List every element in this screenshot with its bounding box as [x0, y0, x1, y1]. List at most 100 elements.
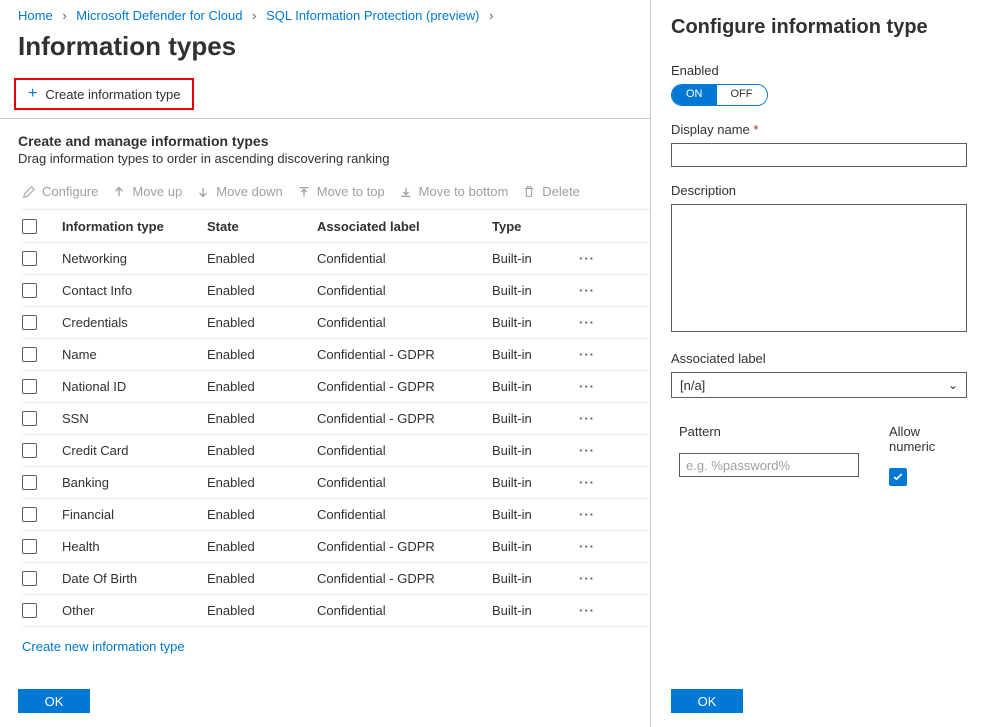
cell-state: Enabled: [207, 347, 317, 362]
table-row[interactable]: Credit CardEnabledConfidentialBuilt-in··…: [22, 435, 650, 467]
move-down-button[interactable]: Move down: [196, 184, 282, 199]
cell-associated-label: Confidential: [317, 315, 492, 330]
ok-button-right[interactable]: OK: [671, 689, 743, 713]
ok-button[interactable]: OK: [18, 689, 90, 713]
toolbar-label: Move down: [216, 184, 282, 199]
page-title: Information types: [0, 27, 650, 78]
row-checkbox[interactable]: [22, 443, 37, 458]
more-icon[interactable]: ···: [567, 411, 607, 426]
more-icon[interactable]: ···: [567, 571, 607, 586]
display-name-input[interactable]: [671, 143, 967, 167]
col-associated-label[interactable]: Associated label: [317, 219, 492, 234]
more-icon[interactable]: ···: [567, 347, 607, 362]
table-row[interactable]: National IDEnabledConfidential - GDPRBui…: [22, 371, 650, 403]
table-row[interactable]: SSNEnabledConfidential - GDPRBuilt-in···: [22, 403, 650, 435]
row-checkbox[interactable]: [22, 507, 37, 522]
table-row[interactable]: Date Of BirthEnabledConfidential - GDPRB…: [22, 563, 650, 595]
select-all-checkbox[interactable]: [22, 219, 37, 234]
more-icon[interactable]: ···: [567, 539, 607, 554]
move-to-bottom-button[interactable]: Move to bottom: [399, 184, 509, 199]
breadcrumb: Home › Microsoft Defender for Cloud › SQ…: [0, 8, 650, 27]
cell-state: Enabled: [207, 411, 317, 426]
row-checkbox[interactable]: [22, 571, 37, 586]
row-checkbox[interactable]: [22, 603, 37, 618]
row-checkbox[interactable]: [22, 347, 37, 362]
cell-info-type: Credit Card: [62, 443, 207, 458]
row-checkbox[interactable]: [22, 475, 37, 490]
table-row[interactable]: NameEnabledConfidential - GDPRBuilt-in··…: [22, 339, 650, 371]
more-icon[interactable]: ···: [567, 283, 607, 298]
enabled-toggle[interactable]: ON OFF: [671, 84, 768, 106]
more-icon[interactable]: ···: [567, 315, 607, 330]
description-input[interactable]: [671, 204, 967, 332]
arrow-top-icon: [297, 185, 311, 199]
more-icon[interactable]: ···: [567, 475, 607, 490]
subheader: Create and manage information types Drag…: [0, 119, 650, 166]
table-row[interactable]: NetworkingEnabledConfidentialBuilt-in···: [22, 243, 650, 275]
cell-type: Built-in: [492, 539, 567, 554]
trash-icon: [522, 185, 536, 199]
cell-type: Built-in: [492, 475, 567, 490]
table-row[interactable]: BankingEnabledConfidentialBuilt-in···: [22, 467, 650, 499]
toolbar-label: Move up: [132, 184, 182, 199]
delete-button[interactable]: Delete: [522, 184, 580, 199]
move-to-top-button[interactable]: Move to top: [297, 184, 385, 199]
table-row[interactable]: FinancialEnabledConfidentialBuilt-in···: [22, 499, 650, 531]
table-row[interactable]: OtherEnabledConfidentialBuilt-in···: [22, 595, 650, 627]
associated-label-select[interactable]: [n/a] ⌄: [671, 372, 967, 398]
breadcrumb-home[interactable]: Home: [18, 8, 53, 23]
more-icon[interactable]: ···: [567, 379, 607, 394]
cell-info-type: Other: [62, 603, 207, 618]
cell-associated-label: Confidential: [317, 443, 492, 458]
row-checkbox[interactable]: [22, 379, 37, 394]
cell-type: Built-in: [492, 251, 567, 266]
cell-info-type: Financial: [62, 507, 207, 522]
col-state[interactable]: State: [207, 219, 317, 234]
table-row[interactable]: Contact InfoEnabledConfidentialBuilt-in·…: [22, 275, 650, 307]
toggle-on[interactable]: ON: [672, 85, 717, 105]
table-row[interactable]: HealthEnabledConfidential - GDPRBuilt-in…: [22, 531, 650, 563]
info-types-table: Information type State Associated label …: [0, 209, 650, 627]
more-icon[interactable]: ···: [567, 507, 607, 522]
row-checkbox[interactable]: [22, 411, 37, 426]
cell-type: Built-in: [492, 347, 567, 362]
col-type[interactable]: Type: [492, 219, 567, 234]
row-checkbox[interactable]: [22, 283, 37, 298]
breadcrumb-sql-info[interactable]: SQL Information Protection (preview): [266, 8, 479, 23]
breadcrumb-defender[interactable]: Microsoft Defender for Cloud: [76, 8, 242, 23]
cell-info-type: Credentials: [62, 315, 207, 330]
more-icon[interactable]: ···: [567, 443, 607, 458]
more-icon[interactable]: ···: [567, 251, 607, 266]
edit-icon: [22, 185, 36, 199]
description-label: Description: [671, 183, 967, 198]
more-icon[interactable]: ···: [567, 603, 607, 618]
col-info-type[interactable]: Information type: [62, 219, 207, 234]
cell-associated-label: Confidential - GDPR: [317, 347, 492, 362]
cell-info-type: National ID: [62, 379, 207, 394]
toggle-off[interactable]: OFF: [717, 85, 767, 105]
configure-pane: Configure information type Enabled ON OF…: [651, 0, 981, 727]
cell-state: Enabled: [207, 379, 317, 394]
create-information-type-button[interactable]: + Create information type: [14, 78, 194, 110]
cell-associated-label: Confidential: [317, 251, 492, 266]
main-pane: Home › Microsoft Defender for Cloud › SQ…: [0, 0, 651, 727]
move-up-button[interactable]: Move up: [112, 184, 182, 199]
chevron-right-icon: ›: [489, 8, 493, 23]
configure-title: Configure information type: [671, 14, 967, 63]
configure-button[interactable]: Configure: [22, 184, 98, 199]
pattern-input[interactable]: [679, 453, 859, 477]
row-checkbox[interactable]: [22, 251, 37, 266]
create-new-link[interactable]: Create new information type: [0, 627, 650, 654]
cell-state: Enabled: [207, 283, 317, 298]
cell-state: Enabled: [207, 603, 317, 618]
pattern-label: Pattern: [679, 424, 859, 453]
table-row[interactable]: CredentialsEnabledConfidentialBuilt-in··…: [22, 307, 650, 339]
row-checkbox[interactable]: [22, 539, 37, 554]
cell-type: Built-in: [492, 443, 567, 458]
toolbar-label: Move to bottom: [419, 184, 509, 199]
row-checkbox[interactable]: [22, 315, 37, 330]
cell-type: Built-in: [492, 315, 567, 330]
allow-numeric-checkbox[interactable]: [889, 468, 907, 486]
check-icon: [892, 471, 904, 483]
enabled-label: Enabled: [671, 63, 967, 78]
